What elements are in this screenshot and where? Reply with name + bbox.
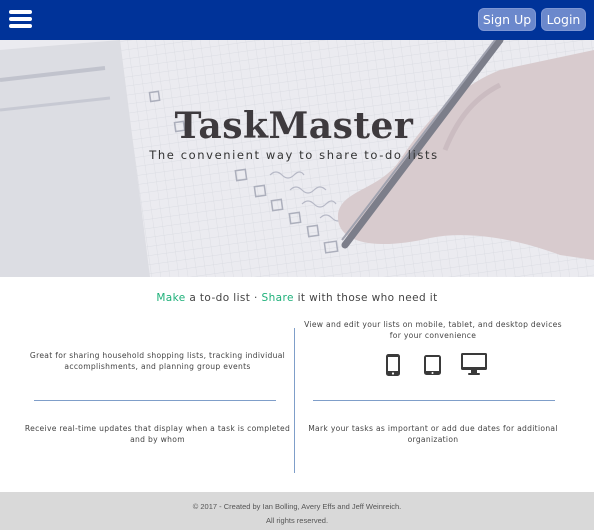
tagline-make: Make	[156, 292, 186, 304]
tagline: Make a to-do list · Share it with those …	[0, 292, 594, 304]
hamburger-menu-icon[interactable]	[9, 8, 33, 30]
menu-bar	[9, 24, 32, 28]
feature-devices-text: View and edit your lists on mobile, tabl…	[304, 320, 562, 340]
feature-sharing-text: Great for sharing household shopping lis…	[29, 351, 286, 371]
tagline-text-1: a to-do list ·	[185, 292, 262, 304]
feature-organization-text: Mark your tasks as important or add due …	[308, 424, 558, 444]
feature-realtime-text: Receive real-time updates that display w…	[24, 424, 291, 444]
footer-credit: © 2017 - Created by Ian Bolling, Avery E…	[192, 502, 402, 511]
menu-bar	[9, 10, 32, 14]
tagline-text-2: it with those who need it	[293, 292, 438, 304]
horizontal-divider-left	[34, 400, 276, 401]
hero-title: TaskMaster	[174, 105, 414, 147]
mobile-phone-icon	[386, 354, 400, 376]
desktop-monitor-icon	[461, 353, 487, 375]
hero-banner: TaskMaster The convenient way to share t…	[0, 40, 594, 277]
top-navbar: Sign Up Login	[0, 0, 594, 40]
tablet-icon	[424, 355, 441, 375]
menu-bar	[9, 17, 32, 21]
horizontal-divider-right	[313, 400, 555, 401]
footer-rights: All rights reserved.	[265, 516, 329, 525]
login-button[interactable]: Login	[541, 8, 586, 31]
page-footer: © 2017 - Created by Ian Bolling, Avery E…	[0, 492, 594, 530]
hero-subtitle: The convenient way to share to-do lists	[149, 148, 439, 162]
tagline-share: Share	[261, 292, 294, 304]
signup-button[interactable]: Sign Up	[478, 8, 536, 31]
